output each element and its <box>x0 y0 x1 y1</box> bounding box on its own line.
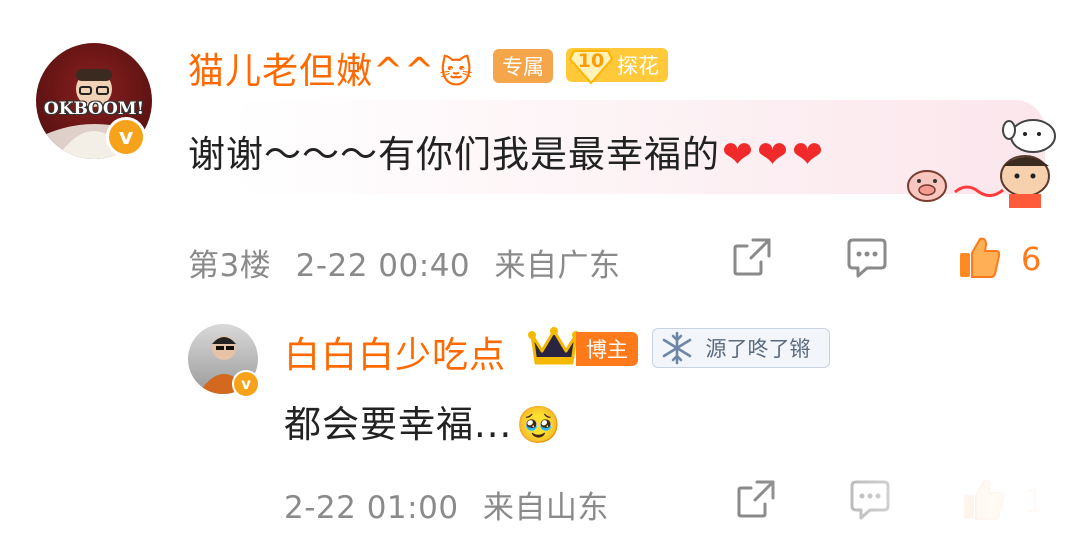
tanhua-badge[interactable]: 10 探花 <box>566 48 668 85</box>
location: 来自山东 <box>482 490 609 526</box>
timestamp: 2-22 01:00 <box>284 490 459 526</box>
reply-text: 都会要幸福... 🥹 <box>284 403 563 446</box>
avatar-text: OKBOOM! <box>43 99 145 119</box>
exclusive-badge-label: 专属 <box>502 55 544 79</box>
comment-icon[interactable] <box>845 236 889 280</box>
snowflake-icon <box>662 331 692 365</box>
comment-meta: 第3楼 2-22 00:40 来自广东 <box>188 240 621 285</box>
username[interactable]: 白白白少吃点 <box>284 326 506 378</box>
floor-number: 第3楼 <box>188 248 272 284</box>
fan-club-badge[interactable]: 源了咚了锵 <box>652 328 830 368</box>
cat-emoji-icon: 🐱 <box>439 53 474 91</box>
verified-v-icon: v <box>106 117 146 157</box>
location: 来自广东 <box>494 248 621 284</box>
host-badge-label: 博主 <box>586 338 628 362</box>
username[interactable]: 猫儿老但嫩^^ 🐱 <box>188 42 474 94</box>
comment-text: 谢谢～～～有你们我是最幸福的❤❤❤ <box>188 133 828 176</box>
bottom-fade-overlay <box>760 476 1080 556</box>
like-count: 6 <box>1021 240 1042 278</box>
host-badge[interactable]: 博主 <box>576 332 638 366</box>
cartoon-sticker-icon <box>907 119 1056 208</box>
crown-icon <box>528 327 580 365</box>
reply-item: v 白白白少吃点 博主 源了咚了锵 都会要幸福... 🥹 2-22 01:00 来… <box>0 300 1080 556</box>
tanhua-badge-label: 探花 <box>617 54 659 78</box>
heart-icons: ❤❤❤ <box>722 133 828 176</box>
timestamp: 2-22 00:40 <box>295 248 471 284</box>
avatar[interactable]: OKBOOM! v <box>36 43 152 159</box>
exclusive-badge[interactable]: 专属 <box>493 49 553 83</box>
share-icon[interactable] <box>731 236 773 278</box>
level-number: 10 <box>577 50 605 72</box>
verified-v-icon: v <box>232 370 260 398</box>
thumbs-up-icon[interactable] <box>958 235 1002 279</box>
fan-club-badge-label: 源了咚了锵 <box>705 337 811 361</box>
comment-item: OKBOOM! v 猫儿老但嫩^^ 🐱 专属 10 探花 谢谢～～～有你们我是最幸… <box>0 0 1080 300</box>
avatar[interactable]: v <box>188 324 260 398</box>
reply-meta: 2-22 01:00 来自山东 <box>284 482 609 527</box>
pleading-face-emoji-icon: 🥹 <box>516 405 563 446</box>
